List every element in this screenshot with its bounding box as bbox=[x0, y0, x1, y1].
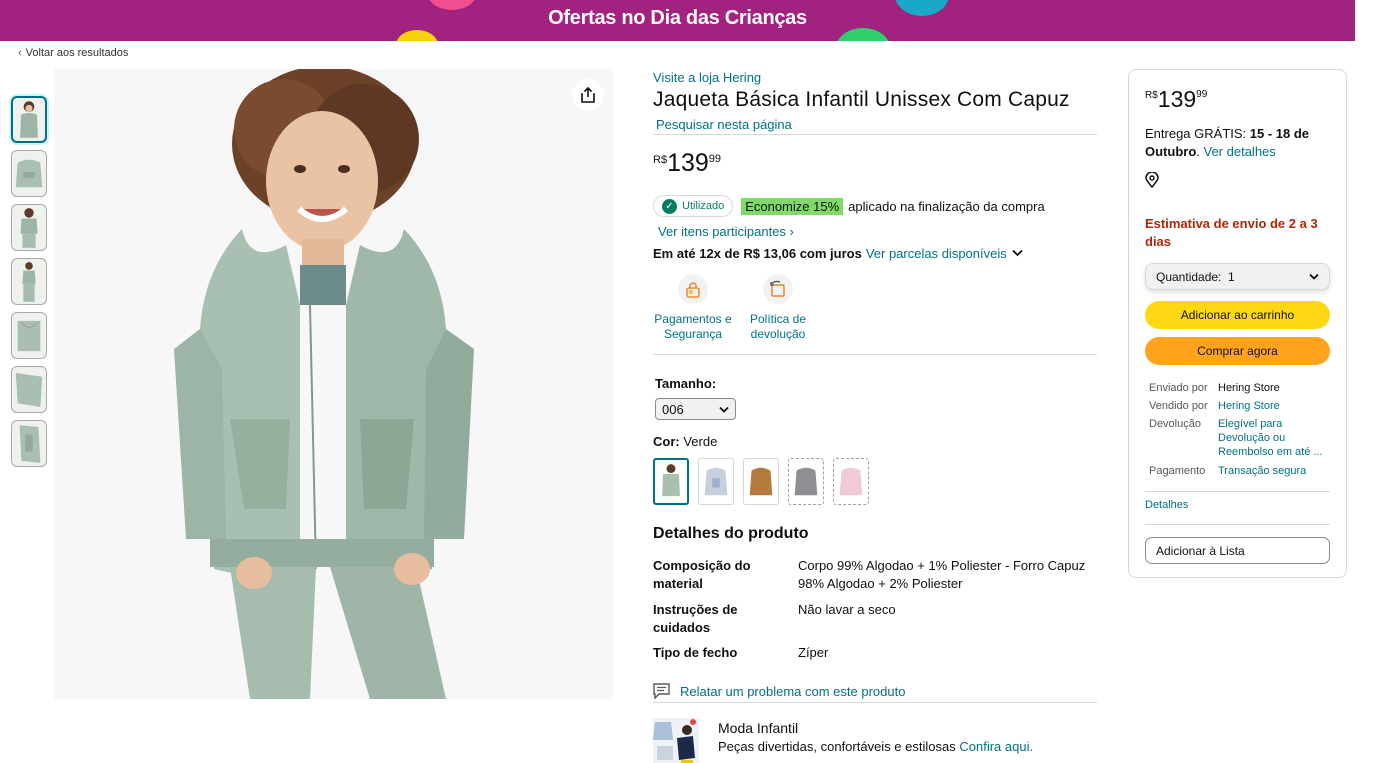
banner-title: Ofertas no Dia das Crianças bbox=[548, 7, 807, 29]
feature-return-policy[interactable]: Política de devolução bbox=[743, 274, 813, 342]
promo-banner[interactable]: Ofertas no Dia das Crianças bbox=[0, 0, 1355, 41]
divider bbox=[653, 702, 1097, 703]
color-swatches bbox=[653, 458, 878, 505]
thumbnail[interactable] bbox=[11, 258, 47, 305]
promo-link[interactable]: Confira aqui. bbox=[959, 739, 1033, 754]
delivery-info: Entrega GRÁTIS: 15 - 18 de Outubro. Ver … bbox=[1145, 126, 1310, 159]
participating-items-link[interactable]: Ver itens participantes › bbox=[658, 224, 794, 239]
feature-payment-security[interactable]: Pagamentos e Segurança bbox=[653, 274, 733, 342]
chevron-down-icon bbox=[719, 406, 729, 413]
share-icon bbox=[581, 86, 595, 103]
divider bbox=[1145, 491, 1330, 492]
search-page-link[interactable]: Pesquisar nesta página bbox=[656, 117, 792, 132]
add-to-list-button[interactable]: Adicionar à Lista bbox=[1145, 537, 1330, 564]
product-photo bbox=[54, 69, 613, 699]
color-swatch-unavailable[interactable] bbox=[833, 458, 869, 505]
color-swatch[interactable] bbox=[653, 458, 689, 505]
quantity-select[interactable]: Quantidade: 1 bbox=[1145, 263, 1330, 290]
chevron-down-icon[interactable] bbox=[1012, 248, 1023, 260]
add-to-cart-button[interactable]: Adicionar ao carrinho bbox=[1145, 301, 1330, 329]
buy-now-button[interactable]: Comprar agora bbox=[1145, 337, 1330, 365]
location-pin-icon[interactable] bbox=[1145, 171, 1159, 193]
size-label: Tamanho: bbox=[655, 376, 717, 391]
payment-lock-icon bbox=[678, 274, 708, 304]
coupon-used-badge[interactable]: ✓ Utilizado bbox=[653, 195, 734, 217]
buybox-price: R$ 139 99 bbox=[1145, 86, 1208, 112]
promo-image bbox=[653, 718, 699, 763]
chevron-down-icon bbox=[1309, 273, 1319, 280]
coupon-row: ✓ Utilizado Economize 15% aplicado na fi… bbox=[653, 195, 1045, 217]
installments: Em até 12x de R$ 13,06 com juros Ver par… bbox=[653, 246, 1023, 261]
chevron-left-icon: ‹ bbox=[18, 47, 22, 59]
color-swatch[interactable] bbox=[743, 458, 779, 505]
thumbnail[interactable] bbox=[11, 150, 47, 197]
buy-box: R$ 139 99 Entrega GRÁTIS: 15 - 18 de Out… bbox=[1128, 69, 1347, 578]
thumbnail[interactable] bbox=[11, 366, 47, 413]
size-select[interactable]: 006 bbox=[655, 398, 736, 420]
color-label: Cor: Verde bbox=[653, 434, 718, 449]
product-details-title: Detalhes do produto bbox=[653, 525, 809, 542]
color-swatch[interactable] bbox=[698, 458, 734, 505]
back-to-results-link[interactable]: ‹ Voltar aos resultados bbox=[18, 47, 132, 59]
thumbnail[interactable] bbox=[11, 204, 47, 251]
color-swatch-unavailable[interactable] bbox=[788, 458, 824, 505]
save-tag: Economize 15% bbox=[741, 197, 844, 215]
product-title: Jaqueta Básica Infantil Unissex Com Capu… bbox=[653, 88, 1070, 111]
seller-link[interactable]: Hering Store bbox=[1218, 399, 1330, 413]
installments-link[interactable]: Ver parcelas disponíveis bbox=[866, 246, 1007, 261]
thumbnail[interactable] bbox=[11, 312, 47, 359]
delivery-details-link[interactable]: Ver detalhes bbox=[1204, 144, 1276, 159]
report-icon bbox=[653, 683, 670, 699]
thumbnail[interactable] bbox=[11, 96, 47, 143]
price: R$ 139 99 bbox=[653, 149, 722, 177]
payment-link[interactable]: Transação segura bbox=[1218, 464, 1330, 478]
divider bbox=[653, 134, 1097, 135]
decor-dot bbox=[396, 30, 438, 41]
thumbnail[interactable] bbox=[11, 420, 47, 467]
check-icon: ✓ bbox=[662, 198, 677, 214]
thumbnail-strip bbox=[11, 96, 49, 474]
divider bbox=[1145, 524, 1330, 525]
return-box-icon bbox=[763, 274, 793, 304]
shipping-estimate: Estimativa de envio de 2 a 3 dias bbox=[1145, 216, 1318, 249]
coupon-applied-text: aplicado na finalização da compra bbox=[848, 198, 1045, 214]
details-link[interactable]: Detalhes bbox=[1145, 499, 1188, 511]
return-policy-link[interactable]: Elegível para Devolução ou Reembolso em … bbox=[1218, 417, 1330, 459]
main-product-image[interactable] bbox=[54, 69, 613, 699]
store-link[interactable]: Visite a loja Hering bbox=[653, 70, 761, 85]
divider bbox=[653, 354, 1097, 355]
report-problem-link[interactable]: Relatar um problema com este produto bbox=[653, 683, 905, 699]
share-button[interactable] bbox=[572, 79, 604, 111]
